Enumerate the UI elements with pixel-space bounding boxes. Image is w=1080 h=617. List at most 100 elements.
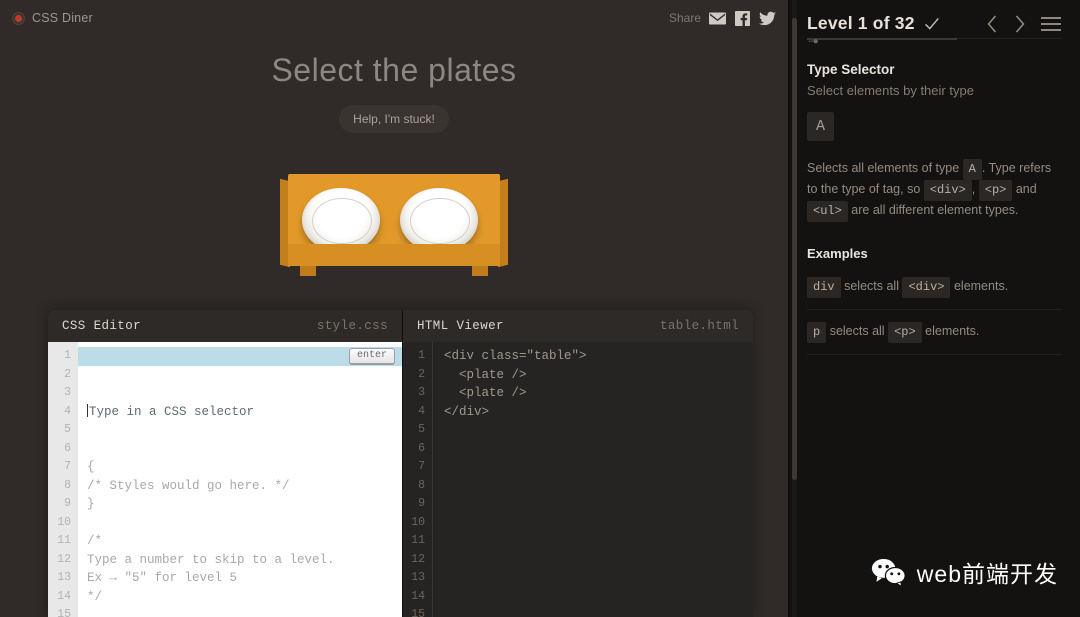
text-caret: [87, 404, 88, 417]
desc-chip-ul: <ul>: [807, 201, 848, 222]
level-progress-bar: [807, 38, 957, 40]
html-viewer-body[interactable]: 1234567891011121314151617 <div class="ta…: [403, 342, 753, 617]
example-pre-1: selects all: [844, 279, 899, 293]
facebook-icon[interactable]: [734, 11, 751, 26]
line-number: 6: [403, 440, 425, 459]
selector-chip: A: [807, 112, 834, 141]
game-stage: Select the plates Help, I'm stuck!: [0, 36, 788, 308]
share-label: Share: [669, 11, 701, 25]
code-line: [444, 532, 753, 551]
code-line: [444, 421, 753, 440]
watermark-text: web前端开发: [917, 555, 1058, 589]
chevron-left-icon[interactable]: [984, 14, 1001, 34]
twitter-icon[interactable]: [759, 11, 776, 26]
css-editor-pane: CSS Editor style.css 1234567891011121314…: [48, 310, 403, 617]
example-selector-2: p: [807, 322, 826, 343]
html-code-area[interactable]: <div class="table"> <plate /> <plate /><…: [433, 342, 753, 617]
example-target-2: <p>: [888, 322, 922, 343]
editors: CSS Editor style.css 1234567891011121314…: [48, 310, 753, 617]
css-selector-input[interactable]: Type in a CSS selector: [87, 403, 402, 422]
css-editor-title: CSS Editor: [62, 319, 141, 333]
code-line: Ex → "5" for level 5: [87, 569, 402, 588]
css-diner-app: CSS Diner Share Select the plates Help, …: [0, 0, 1080, 617]
code-line: <plate />: [444, 366, 753, 385]
line-number: 2: [403, 366, 425, 385]
red-circle-logo-icon: [12, 12, 25, 25]
level-label: Level 1 of 32: [807, 13, 915, 34]
line-number: 3: [48, 384, 71, 403]
line-number: 6: [48, 440, 71, 459]
help-row: Help, I'm stuck!: [0, 105, 788, 133]
line-number: 11: [48, 532, 71, 551]
line-number: 4: [48, 403, 71, 422]
hamburger-menu-icon[interactable]: [1038, 16, 1062, 32]
example-post-2: elements.: [925, 324, 979, 338]
line-number: 7: [403, 458, 425, 477]
code-line: /*: [87, 532, 402, 551]
css-code-area[interactable]: Type in a CSS selector {/* Styles would …: [78, 342, 402, 617]
code-line: [87, 514, 402, 533]
code-line: <div class="table">: [444, 347, 753, 366]
line-number: 9: [403, 495, 425, 514]
level-header: Level 1 of 32 --●: [807, 0, 1062, 34]
help-button[interactable]: Help, I'm stuck!: [339, 105, 449, 133]
watermark: web前端开发: [871, 555, 1058, 589]
table-scene: [0, 166, 788, 296]
code-line: [444, 551, 753, 570]
lesson-title: Type Selector: [807, 62, 1062, 77]
code-line: [444, 606, 753, 617]
line-number: 13: [403, 569, 425, 588]
desc-chip-p: <p>: [979, 180, 1013, 201]
example-target-1: <div>: [902, 277, 950, 298]
line-number: 3: [403, 384, 425, 403]
css-input-placeholder: Type in a CSS selector: [89, 405, 254, 419]
lesson-description: Selects all elements of type A. Type ref…: [807, 159, 1062, 222]
desc-part-3: and: [1016, 182, 1037, 196]
html-line-numbers: 1234567891011121314151617: [403, 342, 433, 617]
line-number: 5: [403, 421, 425, 440]
plate-1[interactable]: [302, 188, 380, 252]
code-line: [444, 495, 753, 514]
code-line: [87, 606, 402, 617]
line-number: 11: [403, 532, 425, 551]
line-number: 1: [48, 347, 71, 366]
code-line: [444, 514, 753, 533]
example-row-1: div selects all <div> elements.: [807, 265, 1062, 309]
code-line: Type a number to skip to a level.: [87, 551, 402, 570]
line-number: 8: [48, 477, 71, 496]
code-line: */: [87, 588, 402, 607]
example-pre-2: selects all: [830, 324, 885, 338]
chevron-right-icon[interactable]: [1011, 14, 1028, 34]
code-line: <plate />: [444, 384, 753, 403]
line-number: 14: [403, 588, 425, 607]
example-selector-1: div: [807, 277, 841, 298]
code-line: }: [87, 495, 402, 514]
line-number: 12: [403, 551, 425, 570]
html-viewer-filename: table.html: [660, 319, 739, 333]
line-number: 2: [48, 366, 71, 385]
line-number: 14: [48, 588, 71, 607]
line-number: 10: [48, 514, 71, 533]
line-number: 4: [403, 403, 425, 422]
plate-2[interactable]: [400, 188, 478, 252]
check-icon: [915, 15, 940, 32]
diner-table[interactable]: [288, 166, 500, 296]
example-post-1: elements.: [954, 279, 1008, 293]
email-icon[interactable]: [709, 11, 726, 26]
code-line: </div>: [444, 403, 753, 422]
examples-list: div selects all <div> elements. p select…: [807, 265, 1062, 355]
top-bar: CSS Diner Share: [0, 0, 788, 36]
code-line: [444, 458, 753, 477]
enter-button[interactable]: enter: [349, 348, 395, 365]
line-number: 10: [403, 514, 425, 533]
line-number: 12: [48, 551, 71, 570]
brand[interactable]: CSS Diner: [12, 11, 93, 25]
line-number: 7: [48, 458, 71, 477]
html-viewer-pane: HTML Viewer table.html 12345678910111213…: [403, 310, 753, 617]
sidebar-scrollbar-thumb[interactable]: [792, 18, 797, 480]
css-editor-body[interactable]: 1234567891011121314151617 Type in a CSS …: [48, 342, 402, 617]
desc-chip-a: A: [963, 159, 982, 180]
share-group: Share: [669, 11, 776, 26]
game-area: CSS Diner Share Select the plates Help, …: [0, 0, 788, 617]
line-number: 15: [403, 606, 425, 617]
